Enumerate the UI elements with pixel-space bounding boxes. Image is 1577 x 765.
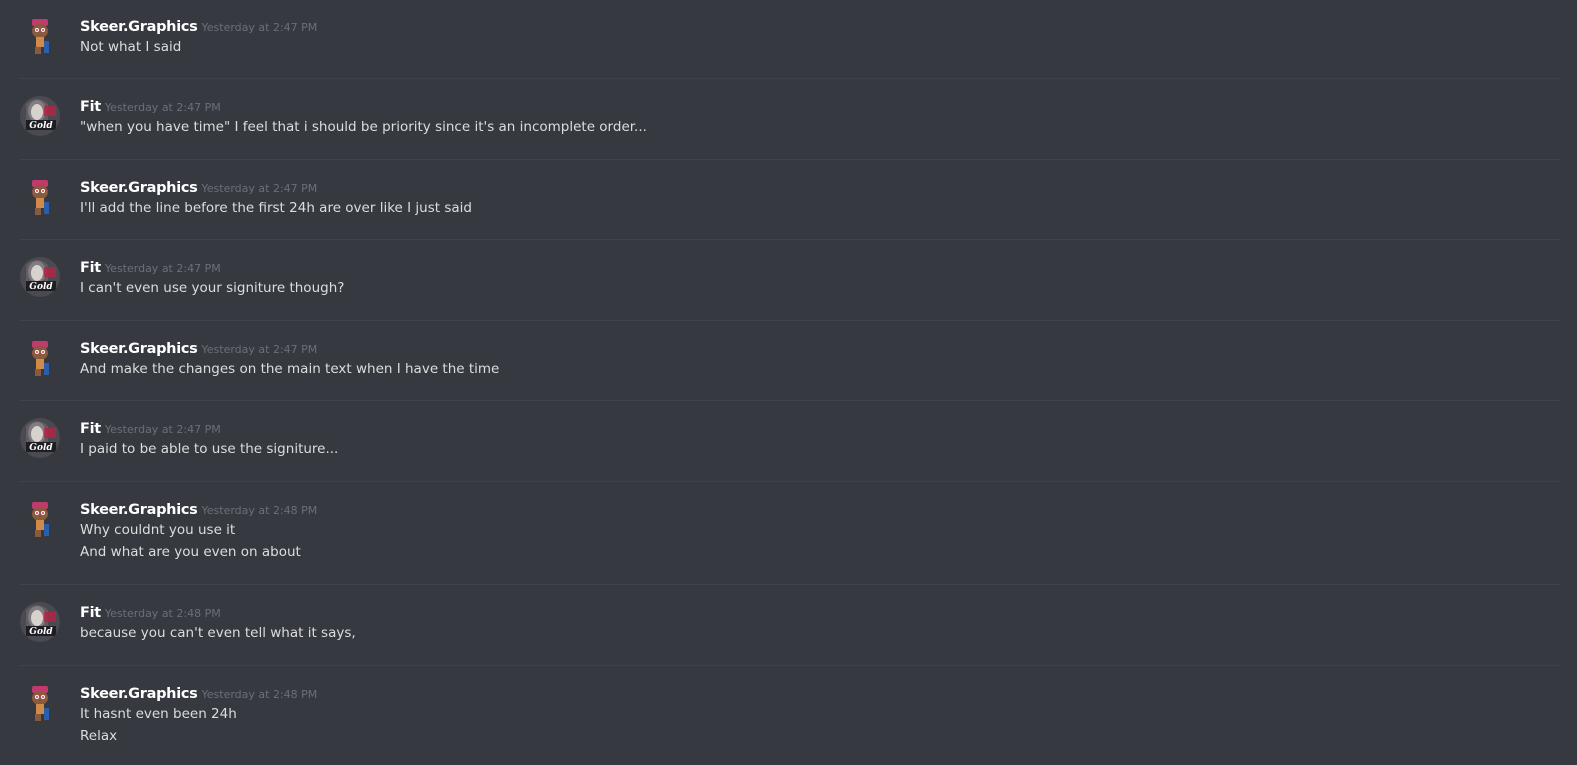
timestamp: Yesterday at 2:48 PM <box>104 607 221 620</box>
message-text: Why couldnt you use it <box>80 522 236 538</box>
message-group: Gold Fit Yesterday at 2:47 PM I paid to b… <box>20 402 1561 482</box>
message-group: Gold Fit Yesterday at 2:48 PM because you… <box>20 586 1561 666</box>
username[interactable]: Fit <box>80 99 101 115</box>
portrait-gold-logo-avatar-icon[interactable]: Gold <box>20 418 60 458</box>
portrait-gold-logo-avatar-icon[interactable]: Gold <box>20 257 60 297</box>
timestamp: Yesterday at 2:47 PM <box>201 21 318 34</box>
message-text: It hasnt even been 24h <box>80 706 237 722</box>
message-group: Gold Fit Yesterday at 2:47 PM "when you h… <box>20 80 1561 160</box>
timestamp: Yesterday at 2:47 PM <box>201 182 318 195</box>
cartoon-character-avatar-icon[interactable] <box>20 16 60 56</box>
username[interactable]: Skeer.Graphics <box>80 341 198 357</box>
username[interactable]: Fit <box>80 605 101 621</box>
message-group: Skeer.Graphics Yesterday at 2:48 PM Why c… <box>20 483 1561 585</box>
timestamp: Yesterday at 2:47 PM <box>201 343 318 356</box>
message-text: I'll add the line before the first 24h a… <box>80 200 472 216</box>
username[interactable]: Fit <box>80 260 101 276</box>
username[interactable]: Skeer.Graphics <box>80 686 198 702</box>
svg-text:Gold: Gold <box>29 443 53 453</box>
cartoon-character-avatar-icon[interactable] <box>20 177 60 217</box>
message-text: Not what I said <box>80 39 182 55</box>
message-group: Skeer.Graphics Yesterday at 2:48 PM It ha… <box>20 667 1561 765</box>
message-group: Skeer.Graphics Yesterday at 2:47 PM I'll … <box>20 161 1561 240</box>
timestamp: Yesterday at 2:47 PM <box>104 423 221 436</box>
timestamp: Yesterday at 2:47 PM <box>104 101 221 114</box>
cartoon-character-avatar-icon[interactable] <box>20 338 60 378</box>
username[interactable]: Skeer.Graphics <box>80 502 198 518</box>
message-group: Skeer.Graphics Yesterday at 2:47 PM Not w… <box>20 0 1561 79</box>
cartoon-character-avatar-icon[interactable] <box>20 499 60 539</box>
timestamp: Yesterday at 2:48 PM <box>201 688 318 701</box>
message-text: And what are you even on about <box>80 544 301 560</box>
message-text: I can't even use your signiture though? <box>80 280 345 296</box>
username[interactable]: Skeer.Graphics <box>80 19 198 35</box>
username[interactable]: Skeer.Graphics <box>80 180 198 196</box>
message-text: I paid to be able to use the signiture..… <box>80 441 339 457</box>
chat-messages: Skeer.Graphics Yesterday at 2:47 PM Not w… <box>0 0 1577 765</box>
svg-text:Gold: Gold <box>29 121 53 131</box>
svg-text:Gold: Gold <box>29 627 53 637</box>
message-group: Skeer.Graphics Yesterday at 2:47 PM And m… <box>20 322 1561 401</box>
message-group: Gold Fit Yesterday at 2:47 PM I can't eve… <box>20 241 1561 321</box>
username[interactable]: Fit <box>80 421 101 437</box>
message-text: Relax <box>80 728 118 744</box>
portrait-gold-logo-avatar-icon[interactable]: Gold <box>20 96 60 136</box>
message-text: because you can't even tell what it says… <box>80 625 356 641</box>
timestamp: Yesterday at 2:48 PM <box>201 504 318 517</box>
timestamp: Yesterday at 2:47 PM <box>104 262 221 275</box>
portrait-gold-logo-avatar-icon[interactable]: Gold <box>20 602 60 642</box>
svg-text:Gold: Gold <box>29 282 53 292</box>
cartoon-character-avatar-icon[interactable] <box>20 683 60 723</box>
message-text: "when you have time" I feel that i shoul… <box>80 119 647 135</box>
message-text: And make the changes on the main text wh… <box>80 361 500 377</box>
